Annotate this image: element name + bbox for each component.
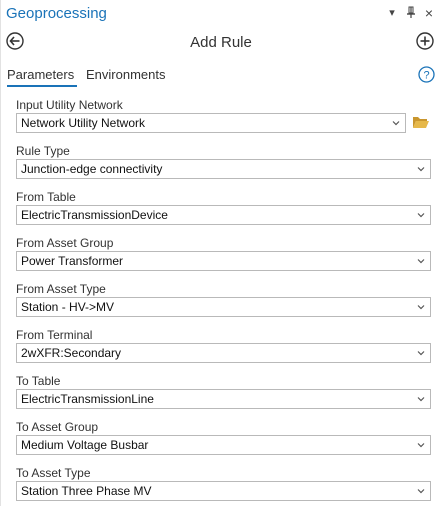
chevron-down-icon[interactable] xyxy=(417,165,425,173)
chevron-down-icon[interactable] xyxy=(392,119,400,127)
chevron-down-icon[interactable] xyxy=(417,395,425,403)
geoprocessing-pane: Geoprocessing ▾ × Add Rule Parameters En… xyxy=(0,0,440,506)
plus-circle-icon[interactable] xyxy=(416,32,434,50)
to-asset-group-field: To Asset Group Medium Voltage Busbar xyxy=(16,418,436,464)
to-table-value: ElectricTransmissionLine xyxy=(21,392,154,406)
from-asset-type-label: From Asset Type xyxy=(16,282,106,296)
folder-open-icon[interactable] xyxy=(412,115,430,130)
tool-title: Add Rule xyxy=(190,34,252,51)
to-asset-type-label: To Asset Type xyxy=(16,466,91,480)
from-terminal-dropdown[interactable]: 2wXFR:Secondary xyxy=(16,343,431,363)
to-asset-type-field: To Asset Type Station Three Phase MV xyxy=(16,464,436,506)
tool-tabs: Parameters Environments ? xyxy=(1,64,440,90)
chevron-down-icon[interactable] xyxy=(417,349,425,357)
to-asset-group-dropdown[interactable]: Medium Voltage Busbar xyxy=(16,435,431,455)
to-asset-type-value: Station Three Phase MV xyxy=(21,484,152,498)
rule-type-label: Rule Type xyxy=(16,144,70,158)
pane-title: Geoprocessing xyxy=(6,5,107,22)
input-utility-network-dropdown[interactable]: Network Utility Network xyxy=(16,113,406,133)
chevron-down-icon[interactable] xyxy=(417,257,425,265)
from-asset-group-field: From Asset Group Power Transformer xyxy=(16,234,436,280)
from-terminal-label: From Terminal xyxy=(16,328,93,342)
to-table-dropdown[interactable]: ElectricTransmissionLine xyxy=(16,389,431,409)
from-asset-type-value: Station - HV->MV xyxy=(21,300,115,314)
to-asset-group-label: To Asset Group xyxy=(16,420,99,434)
chevron-down-icon[interactable] xyxy=(417,303,425,311)
pane-options-dropdown-icon[interactable]: ▾ xyxy=(385,6,399,20)
from-asset-group-label: From Asset Group xyxy=(16,236,114,250)
to-table-label: To Table xyxy=(16,374,61,388)
from-asset-type-field: From Asset Type Station - HV->MV xyxy=(16,280,436,326)
from-table-value: ElectricTransmissionDevice xyxy=(21,208,168,222)
svg-text:?: ? xyxy=(423,70,429,82)
parameters-form: Input Utility Network Network Utility Net… xyxy=(16,96,436,506)
from-terminal-value: 2wXFR:Secondary xyxy=(21,346,122,360)
from-table-label: From Table xyxy=(16,190,76,204)
chevron-down-icon[interactable] xyxy=(417,487,425,495)
chevron-down-icon[interactable] xyxy=(417,211,425,219)
tool-header: Add Rule xyxy=(1,28,440,56)
rule-type-value: Junction-edge connectivity xyxy=(21,162,163,176)
close-icon[interactable]: × xyxy=(422,6,436,20)
rule-type-dropdown[interactable]: Junction-edge connectivity xyxy=(16,159,431,179)
from-terminal-field: From Terminal 2wXFR:Secondary xyxy=(16,326,436,372)
to-asset-type-dropdown[interactable]: Station Three Phase MV xyxy=(16,481,431,501)
pane-title-bar: Geoprocessing ▾ × xyxy=(1,0,440,28)
rule-type-field: Rule Type Junction-edge connectivity xyxy=(16,142,436,188)
to-table-field: To Table ElectricTransmissionLine xyxy=(16,372,436,418)
input-utility-network-value: Network Utility Network xyxy=(21,116,146,130)
from-table-dropdown[interactable]: ElectricTransmissionDevice xyxy=(16,205,431,225)
to-asset-group-value: Medium Voltage Busbar xyxy=(21,438,149,452)
question-circle-icon[interactable]: ? xyxy=(418,66,435,83)
pin-icon-graphic xyxy=(407,6,415,18)
input-utility-network-label: Input Utility Network xyxy=(16,98,123,112)
from-asset-group-value: Power Transformer xyxy=(21,254,124,268)
tab-parameters[interactable]: Parameters xyxy=(7,67,74,82)
active-tab-indicator xyxy=(7,85,77,87)
input-utility-network-field: Input Utility Network Network Utility Net… xyxy=(16,96,436,142)
from-asset-group-dropdown[interactable]: Power Transformer xyxy=(16,251,431,271)
pin-icon[interactable] xyxy=(404,6,418,23)
from-asset-type-dropdown[interactable]: Station - HV->MV xyxy=(16,297,431,317)
from-table-field: From Table ElectricTransmissionDevice xyxy=(16,188,436,234)
chevron-down-icon[interactable] xyxy=(417,441,425,449)
tab-environments[interactable]: Environments xyxy=(86,67,165,82)
